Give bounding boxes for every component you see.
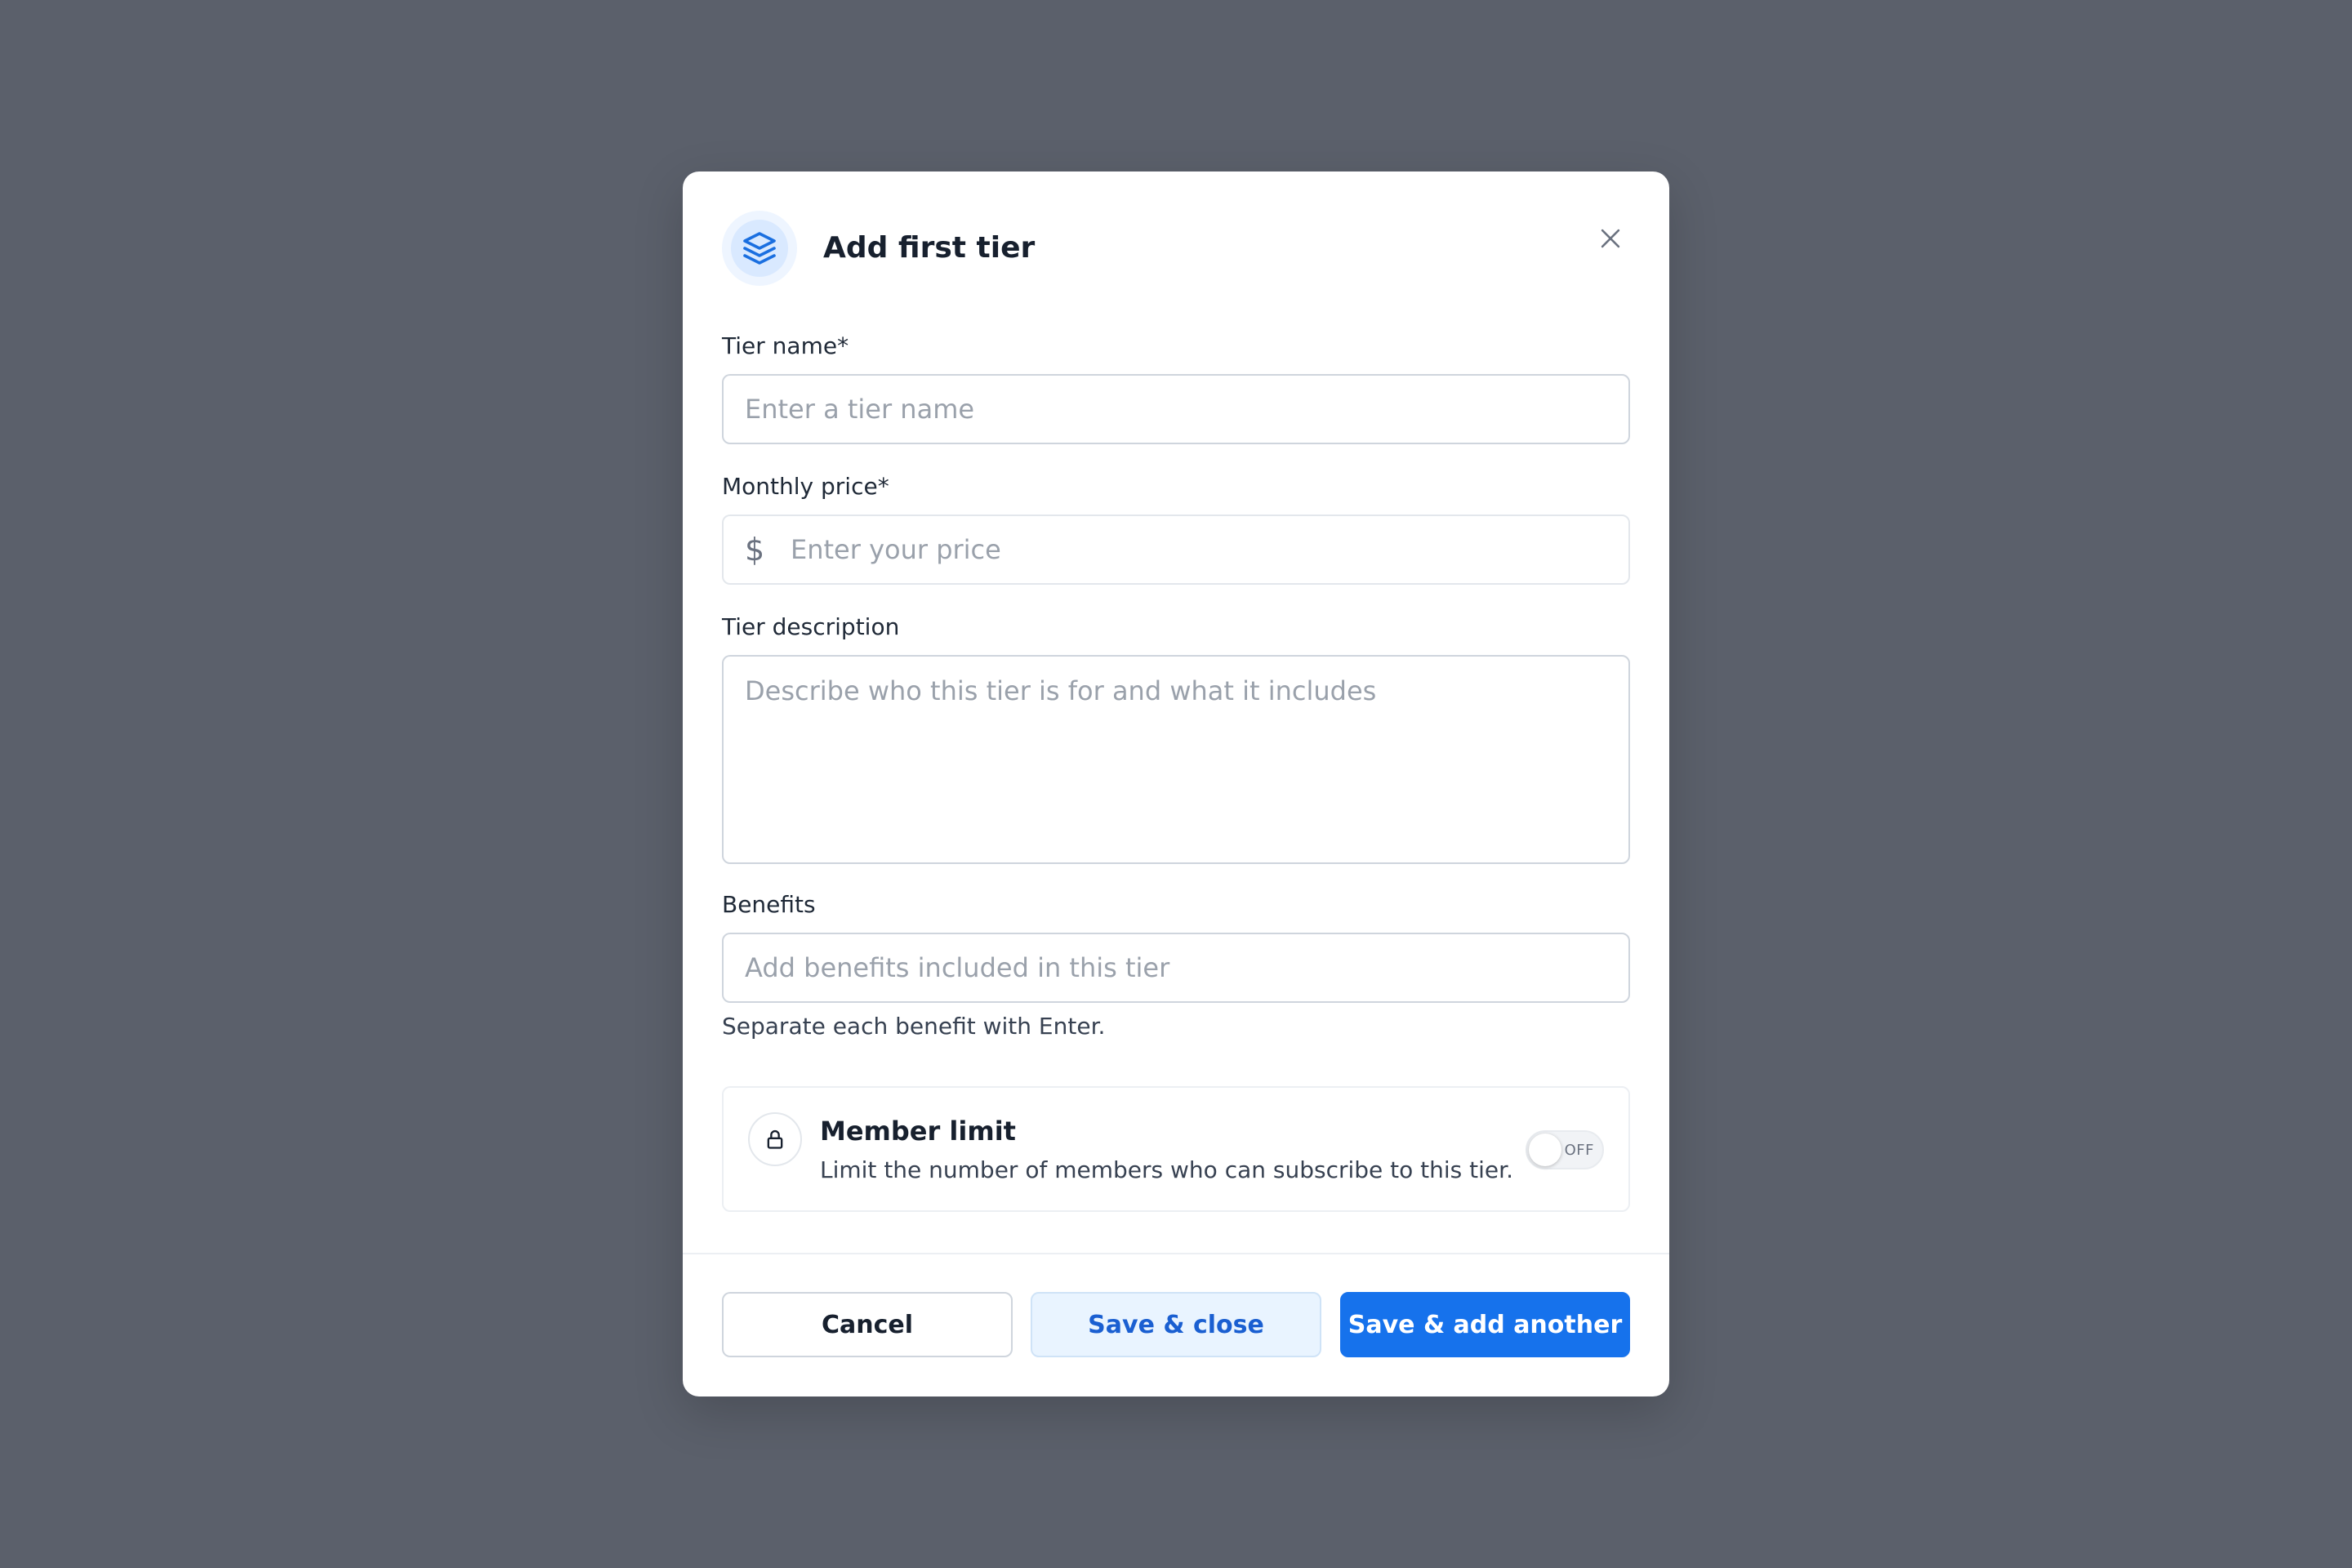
- member-limit-title: Member limit: [820, 1116, 1016, 1147]
- member-limit-card: Member limit Limit the number of members…: [722, 1086, 1630, 1212]
- monthly-price-label: Monthly price*: [722, 473, 889, 500]
- tier-description-label: Tier description: [722, 613, 900, 640]
- monthly-price-input[interactable]: [722, 514, 1630, 585]
- tier-description-textarea[interactable]: [722, 655, 1630, 864]
- cancel-button[interactable]: Cancel: [722, 1292, 1013, 1357]
- layers-icon: [743, 232, 776, 265]
- footer-divider: [683, 1253, 1669, 1254]
- benefits-input[interactable]: [722, 933, 1630, 1003]
- modal-header: Add first tier: [722, 211, 1630, 286]
- close-icon: [1601, 229, 1620, 248]
- modal-title: Add first tier: [823, 231, 1036, 265]
- add-tier-modal: Add first tier Tier name* Monthly price*…: [683, 172, 1669, 1396]
- member-limit-description: Limit the number of members who can subs…: [820, 1156, 1513, 1183]
- lock-icon: [767, 1129, 783, 1149]
- tier-name-input[interactable]: [722, 374, 1630, 444]
- dollar-icon: $: [745, 532, 765, 568]
- save-close-button[interactable]: Save & close: [1031, 1292, 1321, 1357]
- benefits-label: Benefits: [722, 891, 816, 918]
- header-icon-badge: [722, 211, 797, 286]
- toggle-state-label: OFF: [1564, 1142, 1594, 1159]
- member-limit-toggle[interactable]: OFF: [1526, 1130, 1604, 1169]
- benefits-hint: Separate each benefit with Enter.: [722, 1013, 1106, 1040]
- tier-name-label: Tier name*: [722, 332, 849, 359]
- toggle-knob: [1529, 1134, 1561, 1166]
- save-add-another-button[interactable]: Save & add another: [1340, 1292, 1630, 1357]
- close-button[interactable]: [1591, 219, 1630, 258]
- lock-icon-badge: [748, 1112, 802, 1166]
